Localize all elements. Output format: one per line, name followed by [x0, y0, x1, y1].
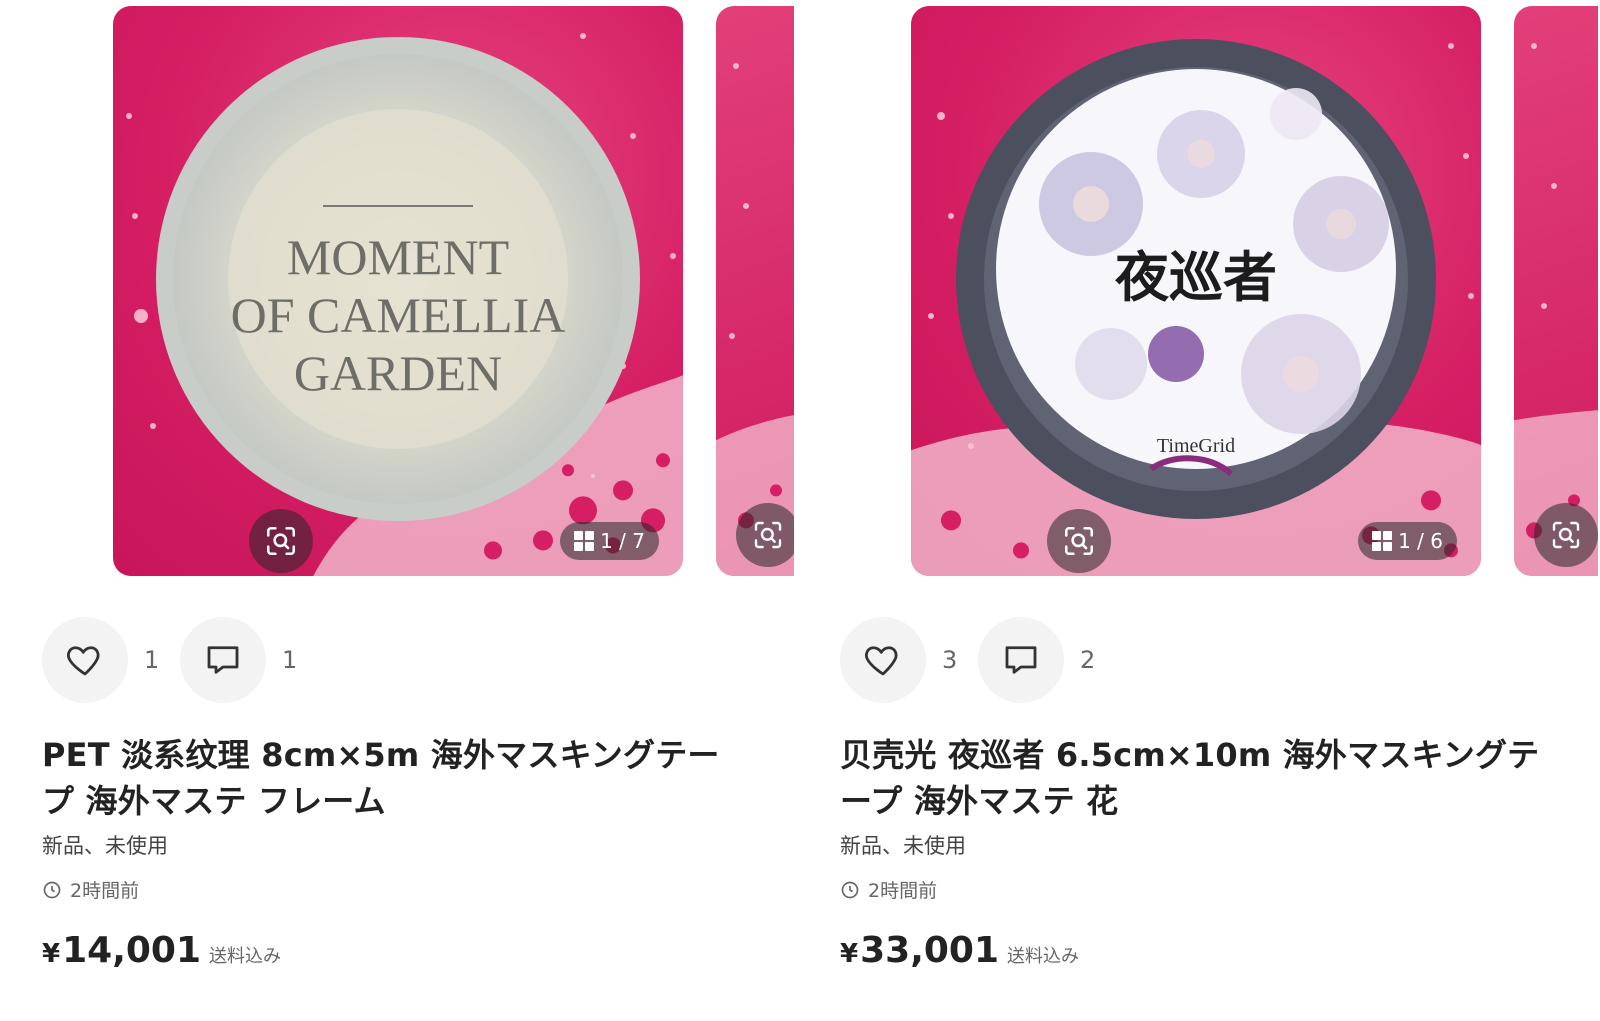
like-count: 3 [942, 646, 958, 674]
tape-roll: 夜巡者 TimeGrid [956, 39, 1436, 519]
comment-button[interactable] [180, 617, 266, 703]
currency-symbol: ¥ [840, 939, 859, 969]
posted-time: 2時間前 [42, 876, 139, 903]
tape-title: 夜巡者 [1114, 245, 1277, 309]
product-image[interactable]: 夜巡者 TimeGrid 1 / 6 [911, 6, 1481, 576]
listing-title[interactable]: 贝壳光 夜巡者 6.5cm×10m 海外マスキングテープ 海外マステ 花 [840, 732, 1540, 824]
posted-time-text: 2時間前 [868, 880, 938, 902]
like-count: 1 [144, 646, 160, 674]
product-image[interactable]: MOMENT OF CAMELLIA GARDEN 1 / 7 [113, 6, 683, 576]
tape-label-line-2: OF CAMELLIA [231, 287, 566, 343]
engagement-bar: 1 1 [42, 617, 318, 703]
listing-card[interactable]: 夜巡者 TimeGrid 1 / 6 3 2 贝壳光 夜巡者 6.5cm×10m… [798, 0, 1598, 1021]
item-condition: 新品、未使用 [840, 834, 966, 858]
gallery-grid-icon [1372, 531, 1393, 551]
engagement-bar: 3 2 [840, 617, 1116, 703]
price-amount: 33,001 [860, 930, 1000, 971]
shipping-note: 送料込み [209, 946, 282, 967]
image-counter-text: 1 / 6 [1398, 529, 1443, 553]
listing-title[interactable]: PET 淡系纹理 8cm×5m 海外マスキングテープ 海外マステ フレーム [42, 732, 742, 824]
tape-label-line-3: GARDEN [294, 345, 502, 401]
like-button[interactable] [840, 617, 926, 703]
comment-icon [1005, 646, 1037, 674]
comment-count: 2 [1080, 646, 1096, 674]
comment-count: 1 [282, 646, 298, 674]
clock-icon [841, 881, 859, 898]
zoom-button[interactable] [1047, 509, 1111, 573]
tape-label-line-1: MOMENT [287, 229, 509, 285]
price-amount: 14,001 [62, 930, 202, 971]
posted-time-text: 2時間前 [70, 880, 140, 902]
price: ¥ 14,001 送料込み [42, 930, 281, 971]
next-image-peek[interactable] [1514, 6, 1598, 576]
tape-brand: TimeGrid [1157, 435, 1235, 457]
like-button[interactable] [42, 617, 128, 703]
price: ¥ 33,001 送料込み [840, 930, 1079, 971]
zoom-scan-icon [754, 521, 782, 549]
zoom-button[interactable] [736, 503, 794, 567]
heart-icon [865, 646, 898, 676]
zoom-scan-icon [1064, 526, 1094, 556]
item-condition: 新品、未使用 [42, 834, 168, 858]
currency-symbol: ¥ [42, 939, 61, 969]
heart-icon [67, 646, 100, 676]
zoom-scan-icon [266, 526, 296, 556]
listing-card[interactable]: MOMENT OF CAMELLIA GARDEN 1 / 7 1 1 PET … [0, 0, 800, 1021]
image-counter[interactable]: 1 / 6 [1358, 522, 1457, 560]
zoom-button[interactable] [1534, 503, 1598, 567]
comment-icon [207, 646, 239, 674]
tape-roll: MOMENT OF CAMELLIA GARDEN [156, 37, 640, 521]
image-counter[interactable]: 1 / 7 [560, 522, 659, 560]
zoom-button[interactable] [249, 509, 313, 573]
gallery-grid-icon [574, 531, 595, 551]
zoom-scan-icon [1552, 521, 1580, 549]
clock-icon [43, 881, 61, 898]
next-image-peek[interactable] [716, 6, 794, 576]
shipping-note: 送料込み [1007, 946, 1080, 967]
image-counter-text: 1 / 7 [600, 529, 645, 553]
posted-time: 2時間前 [840, 876, 937, 903]
comment-button[interactable] [978, 617, 1064, 703]
